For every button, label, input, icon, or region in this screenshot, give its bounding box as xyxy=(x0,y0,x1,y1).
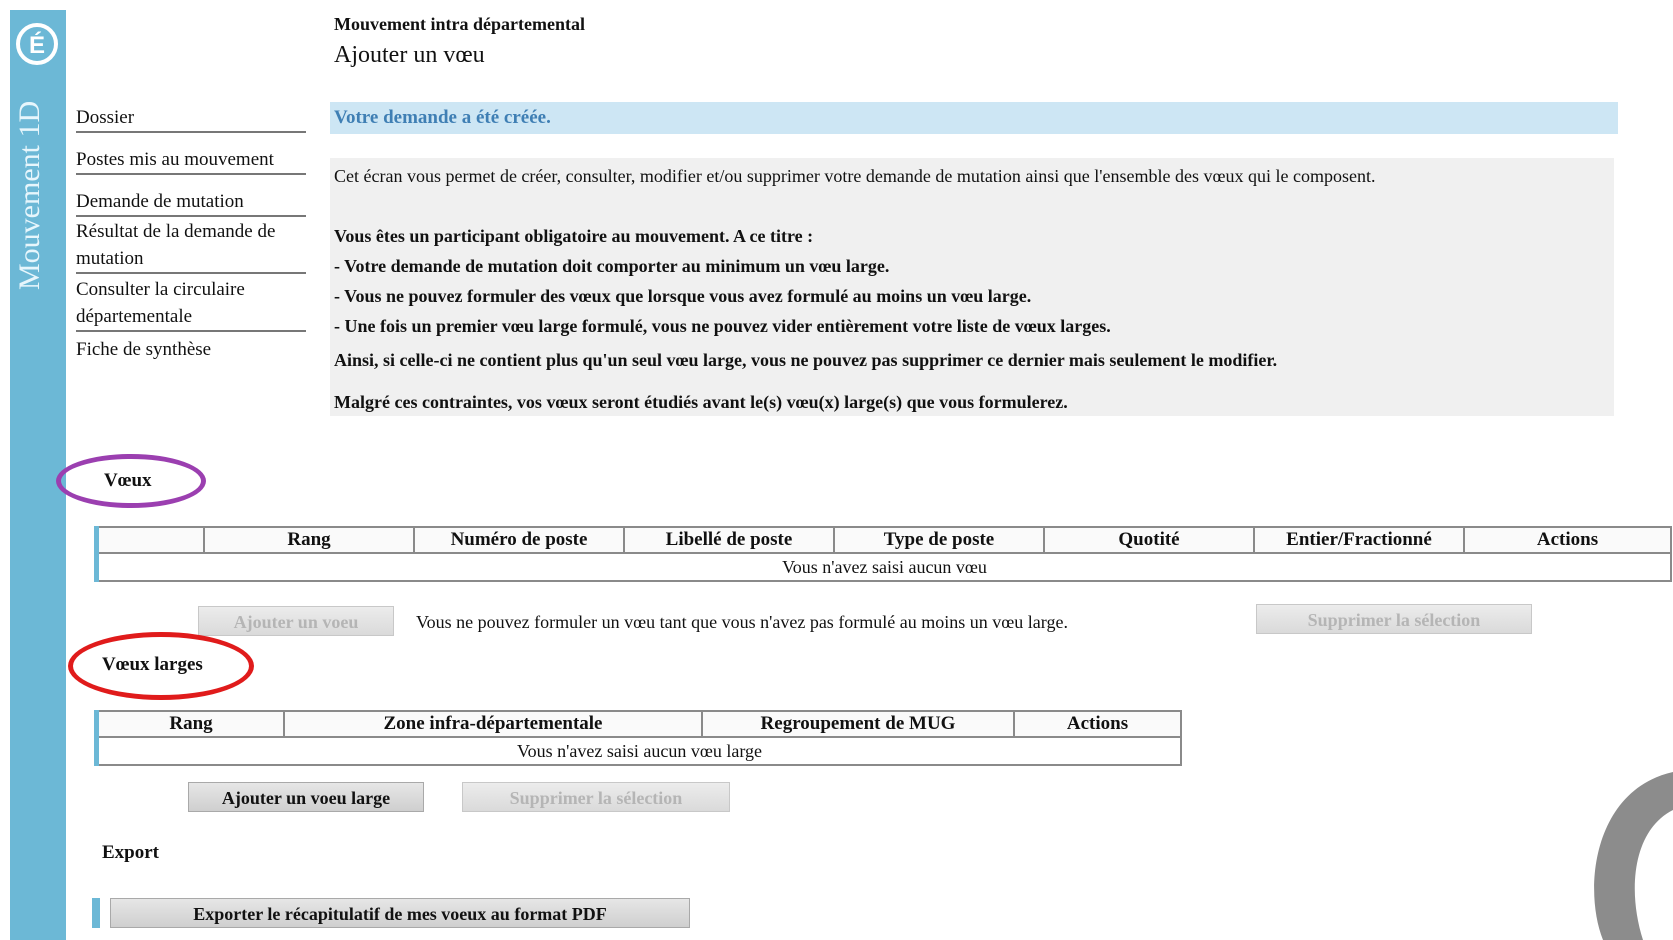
empty-table-message: Vous n'avez saisi aucun vœu large xyxy=(94,736,1182,766)
voeux-larges-section-label: Vœux larges xyxy=(102,654,203,675)
page-subtitle: Mouvement intra départemental xyxy=(334,14,585,34)
info-line: - Vous ne pouvez formuler des vœux que l… xyxy=(334,286,1032,306)
table-header-row: Rang Zone infra-départementale Regroupem… xyxy=(94,710,1182,738)
delete-selection-large-button[interactable]: Supprimer la sélection xyxy=(462,782,730,812)
menu-item-fiche-synthese[interactable]: Fiche de synthèse xyxy=(76,336,306,363)
voeux-table: Rang Numéro de poste Libellé de poste Ty… xyxy=(94,526,1672,582)
column-header-quotite[interactable]: Quotité xyxy=(1043,526,1255,554)
column-header-zone[interactable]: Zone infra-départementale xyxy=(283,710,703,738)
export-section-label: Export xyxy=(102,842,159,863)
app-vertical-title: Mouvement 1D xyxy=(13,100,46,290)
column-header-numero-poste[interactable]: Numéro de poste xyxy=(413,526,625,554)
success-banner: Votre demande a été créée. xyxy=(330,102,1618,134)
export-accent-bar xyxy=(92,898,100,928)
info-line: - Une fois un premier vœu large formulé,… xyxy=(334,316,1111,336)
info-line: Vous êtes un participant obligatoire au … xyxy=(334,226,814,246)
column-header-entier-fractionne[interactable]: Entier/Fractionné xyxy=(1253,526,1465,554)
column-header-rang[interactable]: Rang xyxy=(203,526,415,554)
column-header-select xyxy=(94,526,205,554)
table-header-row: Rang Numéro de poste Libellé de poste Ty… xyxy=(94,526,1672,554)
info-line: - Votre demande de mutation doit comport… xyxy=(334,256,890,276)
column-header-libelle-poste[interactable]: Libellé de poste xyxy=(623,526,835,554)
info-line: Ainsi, si celle-ci ne contient plus qu'u… xyxy=(334,350,1278,370)
table-row: Vous n'avez saisi aucun vœu xyxy=(94,552,1672,582)
column-header-actions: Actions xyxy=(1463,526,1672,554)
column-header-type-poste[interactable]: Type de poste xyxy=(833,526,1045,554)
add-voeu-large-button[interactable]: Ajouter un voeu large xyxy=(188,782,424,812)
education-logo-icon: É xyxy=(16,23,58,65)
info-line: Malgré ces contraintes, vos vœux seront … xyxy=(334,392,1068,412)
table-row: Vous n'avez saisi aucun vœu large xyxy=(94,736,1182,766)
menu-item-dossier[interactable]: Dossier xyxy=(76,104,306,133)
decorative-bracket-shape xyxy=(1594,772,1673,940)
add-voeu-button[interactable]: Ajouter un voeu xyxy=(198,606,394,636)
info-panel: Cet écran vous permet de créer, consulte… xyxy=(330,158,1614,416)
page-title: Ajouter un vœu xyxy=(334,42,485,68)
export-pdf-button[interactable]: Exporter le récapitulatif de mes voeux a… xyxy=(110,898,690,928)
voeu-restriction-notice: Vous ne pouvez formuler un vœu tant que … xyxy=(416,612,1068,632)
voeux-section-label: Vœux xyxy=(104,470,152,491)
menu-item-postes[interactable]: Postes mis au mouvement xyxy=(76,146,306,175)
column-header-rang[interactable]: Rang xyxy=(94,710,285,738)
delete-selection-button[interactable]: Supprimer la sélection xyxy=(1256,604,1532,634)
empty-table-message: Vous n'avez saisi aucun vœu xyxy=(94,552,1672,582)
menu-item-resultat-demande[interactable]: Résultat de la demande de mutation xyxy=(76,218,306,274)
svg-text:É: É xyxy=(29,31,45,59)
info-intro: Cet écran vous permet de créer, consulte… xyxy=(334,166,1376,186)
column-header-regroupement[interactable]: Regroupement de MUG xyxy=(701,710,1015,738)
voeux-larges-table: Rang Zone infra-départementale Regroupem… xyxy=(94,710,1182,766)
menu-item-circulaire[interactable]: Consulter la circulaire départementale xyxy=(76,276,306,332)
column-header-actions: Actions xyxy=(1013,710,1182,738)
menu-item-demande-mutation[interactable]: Demande de mutation xyxy=(76,188,306,217)
